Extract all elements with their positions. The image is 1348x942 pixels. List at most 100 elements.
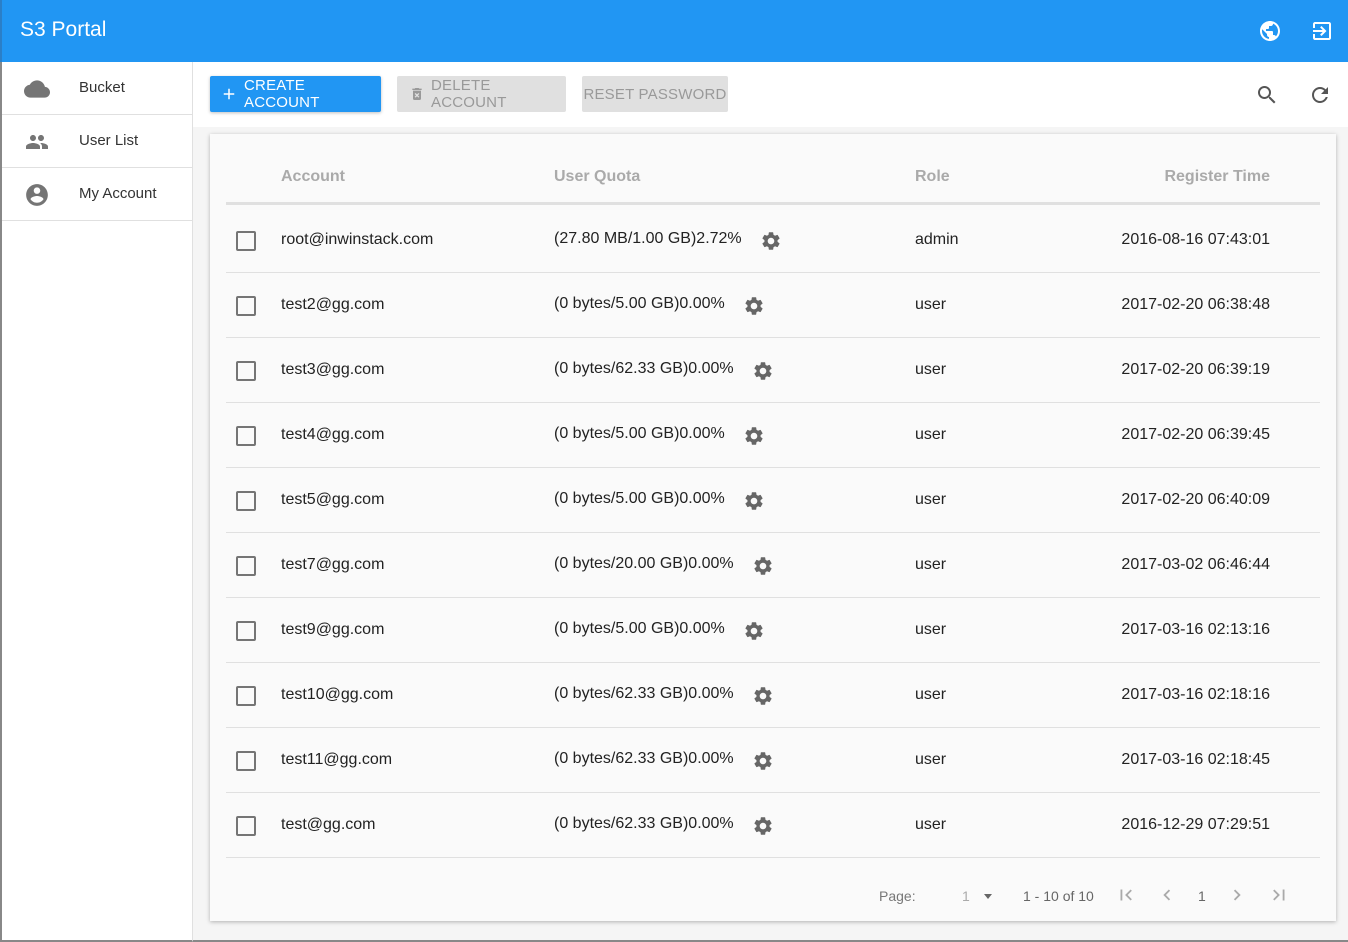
user-quota-cell: (0 bytes/62.33 GB)0.00% bbox=[554, 685, 734, 702]
user-quota-cell: (0 bytes/62.33 GB)0.00% bbox=[554, 360, 734, 377]
account-cell: test@gg.com bbox=[281, 816, 376, 833]
table-row[interactable]: test2@gg.com (0 bytes/5.00 GB)0.00% user 20… bbox=[226, 273, 1320, 338]
table-row[interactable]: test11@gg.com (0 bytes/62.33 GB)0.00% user… bbox=[226, 728, 1320, 793]
gear-icon[interactable] bbox=[743, 295, 765, 317]
register-time-cell: 2017-02-20 06:38:48 bbox=[1121, 296, 1270, 313]
account-cell: test2@gg.com bbox=[281, 296, 385, 313]
column-header-account[interactable]: Account bbox=[281, 168, 345, 186]
user-quota-cell: (0 bytes/5.00 GB)0.00% bbox=[554, 425, 725, 442]
row-checkbox[interactable] bbox=[236, 621, 256, 641]
reset-password-button[interactable]: RESET PASSWORD bbox=[582, 76, 728, 112]
table-row[interactable]: test9@gg.com (0 bytes/5.00 GB)0.00% user 20… bbox=[226, 598, 1320, 663]
account-cell: test11@gg.com bbox=[281, 751, 393, 768]
column-header-role[interactable]: Role bbox=[915, 168, 950, 186]
page-select-value: 1 bbox=[962, 888, 970, 904]
refresh-icon[interactable] bbox=[1307, 82, 1333, 108]
page-select[interactable]: 1 bbox=[950, 882, 1000, 908]
role-cell: user bbox=[915, 426, 947, 443]
gear-icon[interactable] bbox=[743, 620, 765, 642]
previous-page-icon[interactable] bbox=[1156, 884, 1178, 906]
app-bar: S3 Portal bbox=[0, 0, 1348, 62]
account-cell: test5@gg.com bbox=[281, 491, 385, 508]
gear-icon[interactable] bbox=[752, 360, 774, 382]
trash-icon bbox=[409, 85, 425, 103]
gear-icon[interactable] bbox=[760, 230, 782, 252]
register-time-cell: 2016-08-16 07:43:01 bbox=[1121, 231, 1270, 248]
page-range-text: 1 - 10 of 10 bbox=[1023, 888, 1094, 904]
row-checkbox[interactable] bbox=[236, 491, 256, 511]
globe-icon[interactable] bbox=[1255, 16, 1285, 46]
sidebar: Bucket User List My Account bbox=[0, 62, 193, 942]
logout-icon[interactable] bbox=[1307, 16, 1337, 46]
row-checkbox[interactable] bbox=[236, 426, 256, 446]
user-quota-cell: (0 bytes/5.00 GB)0.00% bbox=[554, 490, 725, 507]
user-quota-cell: (0 bytes/62.33 GB)0.00% bbox=[554, 815, 734, 832]
create-account-label: CREATE ACCOUNT bbox=[244, 77, 320, 111]
account-cell: test7@gg.com bbox=[281, 556, 385, 573]
table-header: Account User Quota Role Register Time bbox=[226, 134, 1320, 205]
last-page-icon[interactable] bbox=[1268, 884, 1290, 906]
first-page-icon[interactable] bbox=[1115, 884, 1137, 906]
gear-icon[interactable] bbox=[752, 555, 774, 577]
gear-icon[interactable] bbox=[752, 685, 774, 707]
plus-icon bbox=[220, 85, 238, 103]
row-checkbox[interactable] bbox=[236, 556, 256, 576]
caret-down-icon bbox=[984, 894, 992, 899]
role-cell: user bbox=[915, 816, 947, 833]
row-checkbox[interactable] bbox=[236, 231, 256, 251]
table-row[interactable]: test5@gg.com (0 bytes/5.00 GB)0.00% user 20… bbox=[226, 468, 1320, 533]
sidebar-item-my-account[interactable]: My Account bbox=[2, 168, 192, 221]
register-time-cell: 2017-03-16 02:13:16 bbox=[1121, 621, 1270, 638]
user-quota-cell: (0 bytes/5.00 GB)0.00% bbox=[554, 295, 725, 312]
register-time-cell: 2017-02-20 06:39:19 bbox=[1121, 361, 1270, 378]
role-cell: admin bbox=[915, 231, 959, 248]
row-checkbox[interactable] bbox=[236, 751, 256, 771]
gear-icon[interactable] bbox=[752, 750, 774, 772]
column-header-register-time[interactable]: Register Time bbox=[1164, 168, 1270, 186]
create-account-button[interactable]: CREATE ACCOUNT bbox=[210, 76, 381, 112]
register-time-cell: 2017-03-02 06:46:44 bbox=[1121, 556, 1270, 573]
row-checkbox[interactable] bbox=[236, 686, 256, 706]
gear-icon[interactable] bbox=[752, 815, 774, 837]
column-header-user-quota[interactable]: User Quota bbox=[554, 168, 640, 186]
next-page-icon[interactable] bbox=[1226, 884, 1248, 906]
role-cell: user bbox=[915, 621, 947, 638]
register-time-cell: 2016-12-29 07:29:51 bbox=[1121, 816, 1270, 833]
sidebar-item-label: My Account bbox=[79, 185, 157, 202]
table-row[interactable]: root@inwinstack.com (27.80 MB/1.00 GB)2.7… bbox=[226, 208, 1320, 273]
role-cell: user bbox=[915, 491, 947, 508]
gear-icon[interactable] bbox=[743, 490, 765, 512]
account-cell: test3@gg.com bbox=[281, 361, 385, 378]
pagination: Page: 1 1 - 10 of 10 1 bbox=[210, 856, 1336, 921]
table-row[interactable]: test10@gg.com (0 bytes/62.33 GB)0.00% user… bbox=[226, 663, 1320, 728]
register-time-cell: 2017-02-20 06:40:09 bbox=[1121, 491, 1270, 508]
sidebar-item-bucket[interactable]: Bucket bbox=[2, 62, 192, 115]
app-title: S3 Portal bbox=[20, 18, 107, 41]
table-row[interactable]: test3@gg.com (0 bytes/62.33 GB)0.00% user 2… bbox=[226, 338, 1320, 403]
account-cell: root@inwinstack.com bbox=[281, 231, 434, 248]
user-quota-cell: (27.80 MB/1.00 GB)2.72% bbox=[554, 230, 742, 247]
cloud-icon bbox=[24, 76, 50, 102]
role-cell: user bbox=[915, 556, 947, 573]
sidebar-item-user-list[interactable]: User List bbox=[2, 115, 192, 168]
row-checkbox[interactable] bbox=[236, 296, 256, 316]
user-quota-cell: (0 bytes/62.33 GB)0.00% bbox=[554, 750, 734, 767]
delete-account-button[interactable]: DELETE ACCOUNT bbox=[397, 76, 566, 112]
account-circle-icon bbox=[24, 182, 50, 208]
page-label: Page: bbox=[879, 888, 916, 904]
account-cell: test9@gg.com bbox=[281, 621, 385, 638]
people-icon bbox=[24, 129, 50, 155]
role-cell: user bbox=[915, 751, 947, 768]
register-time-cell: 2017-02-20 06:39:45 bbox=[1121, 426, 1270, 443]
user-quota-cell: (0 bytes/20.00 GB)0.00% bbox=[554, 555, 734, 572]
gear-icon[interactable] bbox=[743, 425, 765, 447]
row-checkbox[interactable] bbox=[236, 361, 256, 381]
register-time-cell: 2017-03-16 02:18:16 bbox=[1121, 686, 1270, 703]
table-row[interactable]: test@gg.com (0 bytes/62.33 GB)0.00% user 20… bbox=[226, 793, 1320, 858]
search-icon[interactable] bbox=[1254, 82, 1280, 108]
toolbar: CREATE ACCOUNT DELETE ACCOUNT RESET PASS… bbox=[193, 62, 1348, 127]
table-row[interactable]: test4@gg.com (0 bytes/5.00 GB)0.00% user 20… bbox=[226, 403, 1320, 468]
register-time-cell: 2017-03-16 02:18:45 bbox=[1121, 751, 1270, 768]
row-checkbox[interactable] bbox=[236, 816, 256, 836]
table-row[interactable]: test7@gg.com (0 bytes/20.00 GB)0.00% user 2… bbox=[226, 533, 1320, 598]
